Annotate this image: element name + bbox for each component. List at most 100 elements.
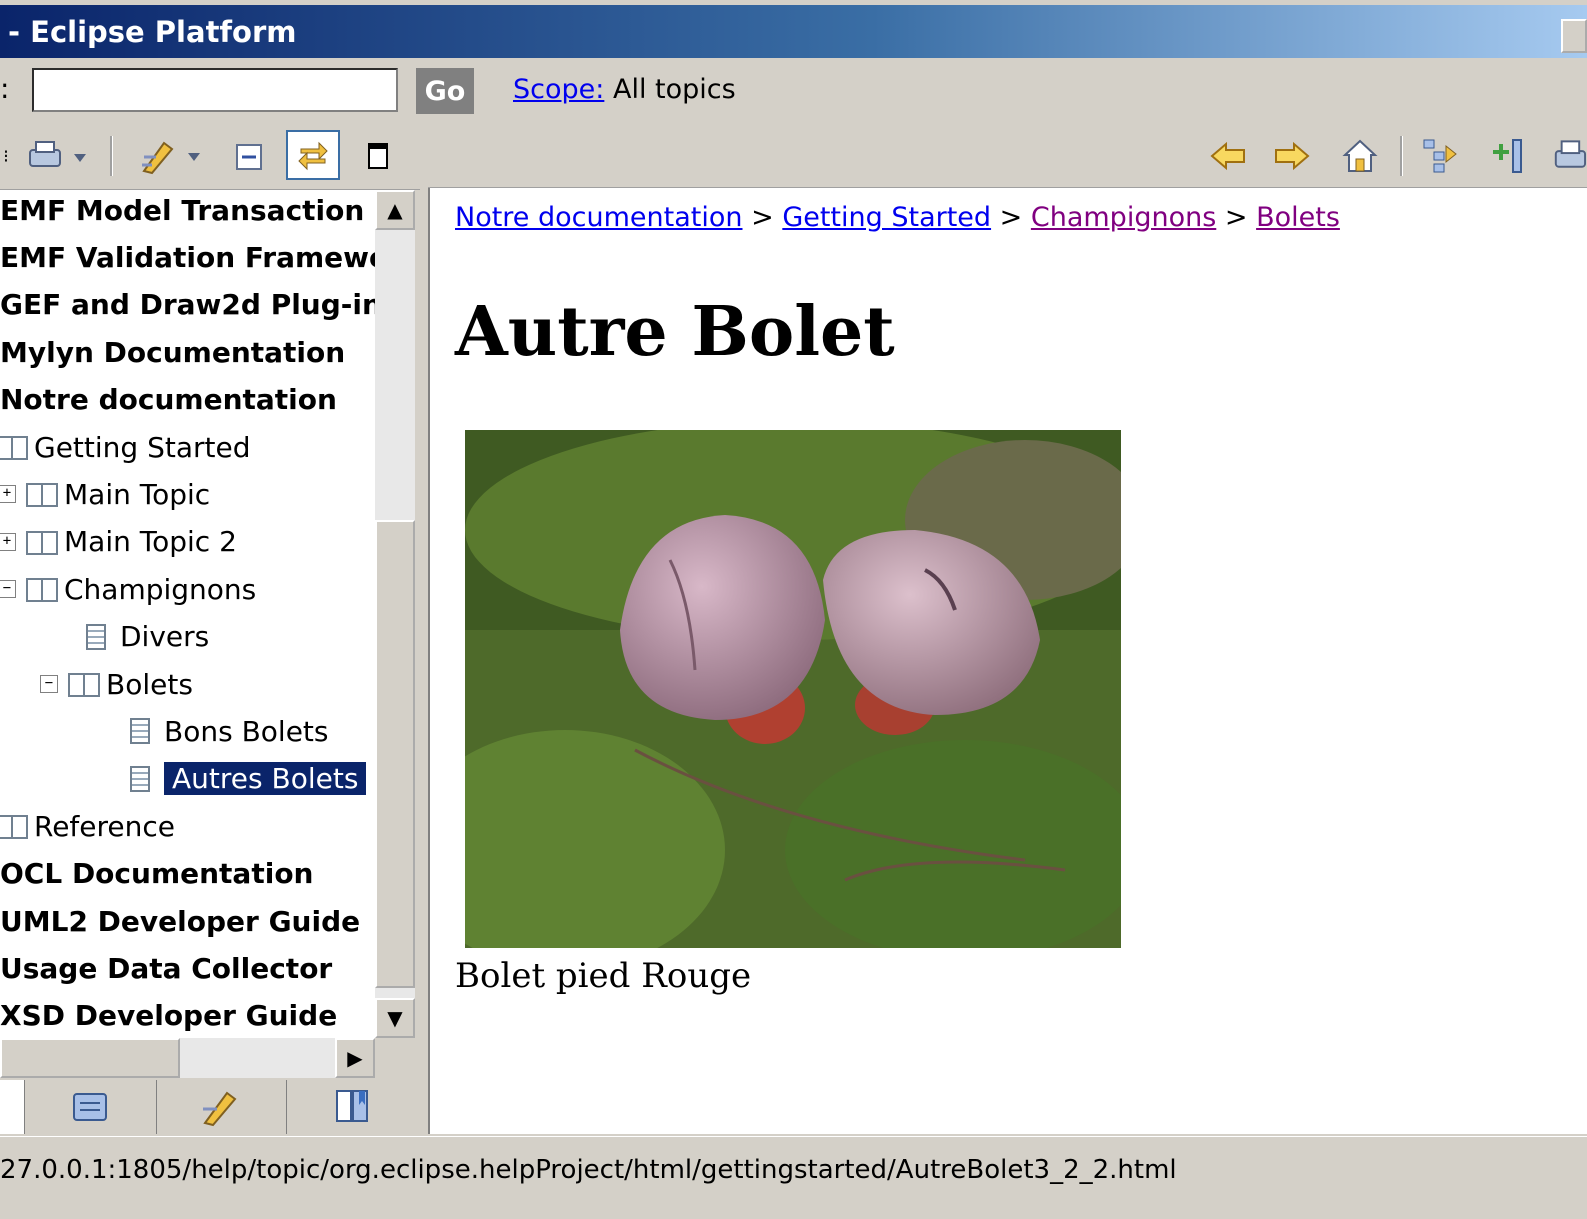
breadcrumb-link[interactable]: Bolets: [1256, 202, 1340, 233]
maximize-view-icon[interactable]: [360, 136, 396, 176]
toc-item-label: Getting Started: [34, 430, 251, 464]
index-icon: [73, 1093, 107, 1121]
breadcrumb-separator: >: [999, 202, 1023, 233]
toc-item[interactable]: Autres Bolets: [130, 757, 367, 801]
search-label: :: [0, 72, 10, 105]
tab-bookmarks[interactable]: [286, 1080, 420, 1134]
toc-item-label: Bons Bolets: [164, 714, 329, 748]
toc-item[interactable]: − Champignons: [0, 567, 256, 611]
book-icon: [68, 671, 100, 697]
vertical-scrollbar[interactable]: ▲ ▼: [375, 190, 415, 1038]
horizontal-scrollbar[interactable]: ▶: [0, 1038, 375, 1078]
toc-item[interactable]: Bons Bolets: [130, 709, 329, 753]
home-icon[interactable]: [1338, 136, 1382, 176]
expand-icon[interactable]: +: [0, 485, 16, 504]
collapse-all-icon[interactable]: [230, 136, 270, 176]
link-with-contents-icon[interactable]: [286, 130, 340, 180]
toc-item-label: Divers: [120, 620, 210, 654]
forward-arrow-icon[interactable]: [1270, 136, 1314, 176]
minimize-button[interactable]: [1561, 19, 1587, 53]
window-title: - Eclipse Platform: [8, 15, 297, 49]
contents-toolbar: ⁝: [0, 124, 420, 190]
toc-item[interactable]: EMF Model Transaction De: [0, 190, 375, 232]
mushroom-photo: [465, 430, 1121, 948]
toc-item[interactable]: UML2 Developer Guide: [0, 899, 360, 943]
scope-link[interactable]: Scope:: [513, 74, 604, 105]
scrollbar-thumb[interactable]: [375, 520, 415, 988]
page-icon: [86, 623, 106, 650]
toc-item-label: Bolets: [106, 667, 193, 701]
scope-value: All topics: [613, 74, 736, 105]
toc-item[interactable]: Reference: [0, 804, 175, 848]
back-arrow-icon[interactable]: [1206, 136, 1250, 176]
print-icon[interactable]: [1548, 136, 1587, 176]
toc-item-label: OCL Documentation: [0, 857, 314, 891]
toc-item-label: Notre documentation: [0, 383, 337, 417]
tab-index[interactable]: [24, 1080, 157, 1134]
page-title: Autre Bolet: [455, 292, 895, 372]
content-toolbar: [428, 124, 1587, 188]
toc-item-label: Mylyn Documentation: [0, 335, 346, 369]
search-input[interactable]: [32, 68, 398, 112]
scroll-up-arrow-icon[interactable]: ▲: [375, 190, 415, 230]
toc-item[interactable]: OCL Documentation: [0, 852, 313, 896]
horizontal-scrollbar-thumb[interactable]: [0, 1038, 180, 1078]
toolbar-separator: [1400, 136, 1403, 176]
collapse-icon[interactable]: −: [0, 580, 16, 599]
toc-item-label: Main Topic: [64, 477, 211, 511]
show-in-contents-icon[interactable]: [1418, 136, 1462, 176]
add-bookmark-icon[interactable]: [1484, 136, 1528, 176]
book-icon: [26, 529, 58, 555]
collapse-icon[interactable]: −: [40, 675, 58, 693]
toc-item[interactable]: Divers: [40, 615, 209, 659]
overflow-icon: ⁝: [3, 145, 9, 167]
tab-search[interactable]: [156, 1080, 287, 1134]
toc-item[interactable]: XSD Developer Guide: [0, 994, 337, 1038]
toc-item[interactable]: Usage Data Collector: [0, 946, 332, 990]
page-icon: [130, 765, 150, 792]
book-icon: [26, 576, 58, 603]
go-button[interactable]: Go: [416, 68, 474, 114]
image-caption: Bolet pied Rouge: [455, 956, 752, 996]
toc-item[interactable]: Getting Started: [0, 425, 250, 469]
toc-item-label: UML2 Developer Guide: [0, 904, 361, 938]
breadcrumb-link[interactable]: Champignons: [1031, 202, 1216, 233]
book-icon: [0, 434, 28, 460]
toc-item-label: Usage Data Collector: [0, 951, 333, 985]
print-dropdown-icon[interactable]: [22, 136, 96, 176]
breadcrumb-separator: >: [1224, 202, 1248, 233]
breadcrumb-separator: >: [751, 202, 774, 233]
expand-icon[interactable]: +: [0, 532, 16, 551]
breadcrumb: Notre documentation > Getting Started > …: [455, 202, 1340, 233]
status-bar: 27.0.0.1:1805/help/topic/org.eclipse.hel…: [0, 1136, 1587, 1219]
toc-item[interactable]: + Main Topic 2: [0, 520, 237, 564]
scroll-right-arrow-icon[interactable]: ▶: [335, 1038, 375, 1078]
breadcrumb-link[interactable]: Notre documentation: [455, 202, 743, 233]
status-url: 27.0.0.1:1805/help/topic/org.eclipse.hel…: [0, 1155, 1177, 1185]
toc-item[interactable]: + Main Topic: [0, 472, 210, 516]
contents-tree: EMF Model Transaction De EMF Validation F…: [0, 190, 375, 1038]
toc-item[interactable]: GEF and Draw2d Plug-in D: [0, 283, 375, 327]
breadcrumb-link[interactable]: Getting Started: [782, 202, 991, 233]
scroll-down-arrow-icon[interactable]: ▼: [375, 998, 415, 1038]
toc-item-label: XSD Developer Guide: [0, 999, 338, 1033]
toc-item-label: Autres Bolets: [164, 762, 367, 796]
title-bar: - Eclipse Platform: [0, 0, 1587, 58]
toc-item[interactable]: EMF Validation Framewor: [0, 235, 375, 279]
search-results-icon: [203, 1091, 237, 1127]
bookmarks-icon: [336, 1090, 368, 1122]
toc-item[interactable]: − Bolets: [40, 662, 193, 706]
toolbar-separator: [110, 136, 113, 176]
toc-item[interactable]: Mylyn Documentation: [0, 330, 345, 374]
book-icon: [0, 813, 28, 840]
tab-contents[interactable]: [0, 1080, 25, 1134]
search-bar: : Go Scope: All topics: [0, 58, 1587, 124]
toc-item-label: Reference: [34, 809, 175, 843]
pane-tabs: [0, 1080, 420, 1134]
contents-pane: ⁝ EMF Model Transaction De EMF Validation…: [0, 124, 420, 1134]
page-icon: [130, 718, 150, 745]
content-pane: Notre documentation > Getting Started > …: [428, 124, 1587, 1134]
toc-item[interactable]: Notre documentation: [0, 378, 337, 422]
toc-item-label: EMF Validation Framewor: [0, 240, 375, 274]
highlight-dropdown-icon[interactable]: [136, 136, 212, 176]
